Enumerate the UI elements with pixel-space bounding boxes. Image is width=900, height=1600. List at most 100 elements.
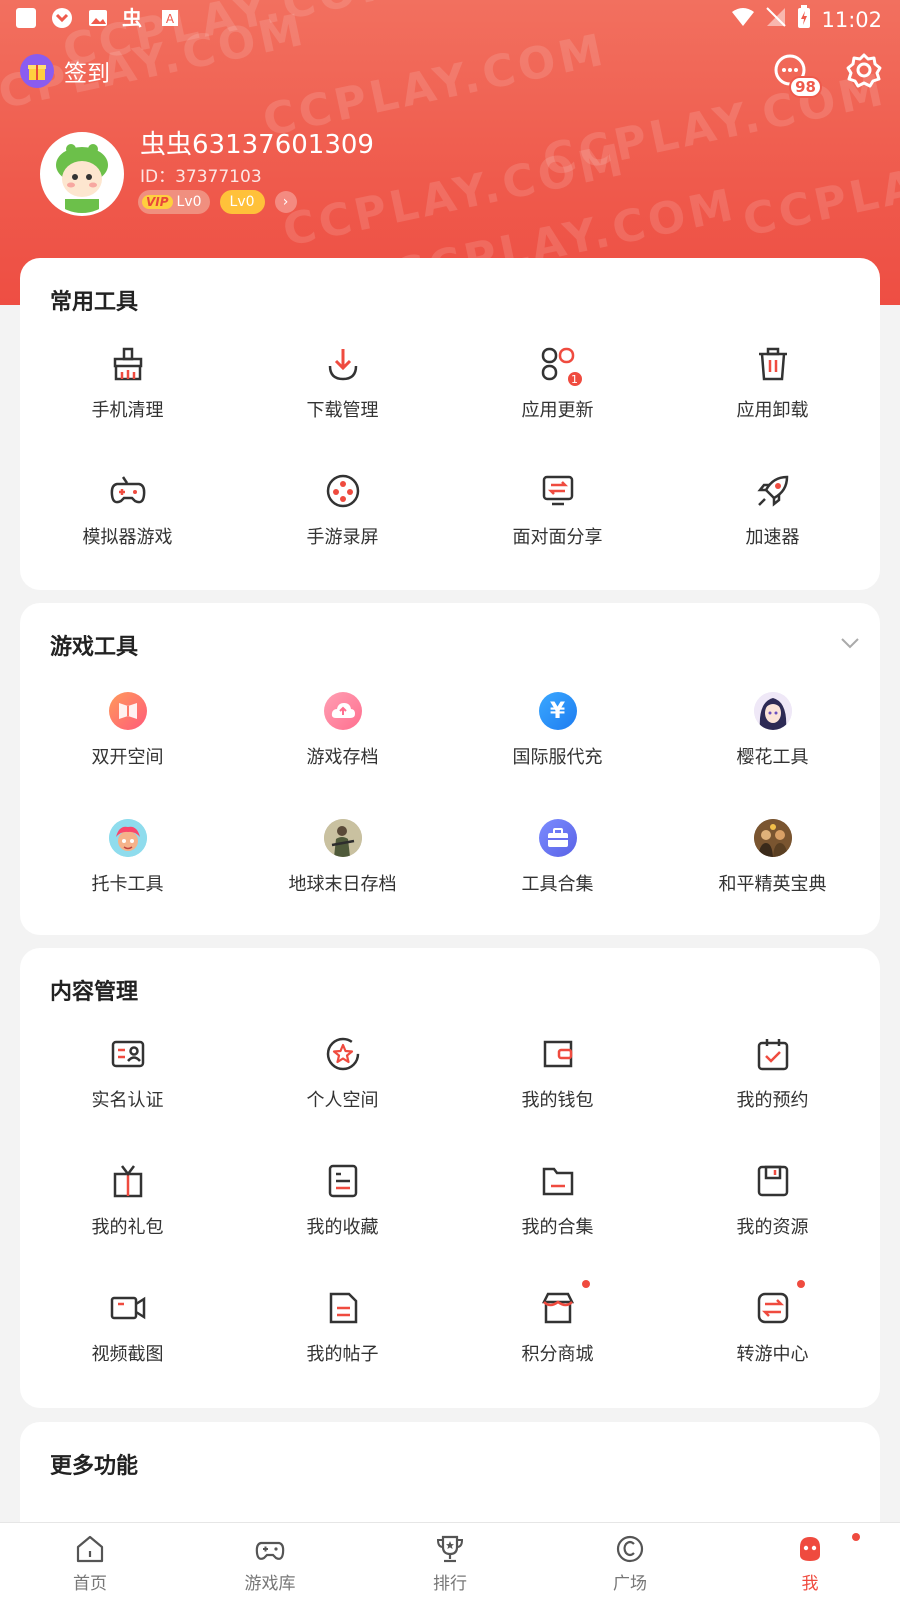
tab-label: 首页: [73, 1574, 107, 1594]
tool-label: 工具合集: [521, 874, 594, 895]
tool-accelerator[interactable]: 加速器: [665, 453, 880, 580]
tab-game-library[interactable]: 游戏库: [180, 1523, 360, 1600]
content-transfer-center[interactable]: 转游中心: [665, 1270, 880, 1397]
store-icon: [538, 1280, 590, 1328]
tool-game-archive[interactable]: 游戏存档: [235, 673, 450, 800]
content-label: 我的资源: [736, 1217, 809, 1238]
tool-label: 托卡工具: [91, 874, 164, 895]
tool-label: 地球末日存档: [288, 874, 397, 895]
settings-gear-icon[interactable]: [846, 52, 882, 92]
tool-face-to-face-share[interactable]: 面对面分享: [450, 453, 665, 580]
tool-app-update[interactable]: 1 应用更新: [450, 326, 665, 453]
content-wallet[interactable]: 我的钱包: [450, 1016, 665, 1143]
content-posts[interactable]: 我的帖子: [235, 1270, 450, 1397]
record-reel-icon: [323, 471, 363, 511]
new-dot: [852, 1533, 860, 1541]
tab-ranking[interactable]: 排行: [360, 1523, 540, 1600]
trophy-icon: [436, 1535, 464, 1563]
bookmark-list-icon: [323, 1161, 363, 1201]
status-bar: 虫 A 11:02: [0, 0, 900, 38]
content-points-mall[interactable]: 积分商城: [450, 1270, 665, 1397]
gamepad-tab-icon: [255, 1541, 285, 1560]
tool-label: 手游录屏: [306, 527, 379, 548]
chevron-right-icon[interactable]: ›: [274, 191, 297, 213]
tool-label: 樱花工具: [736, 747, 809, 768]
avatar[interactable]: [40, 132, 124, 216]
gift-box-icon: [108, 1161, 148, 1201]
tool-screen-record[interactable]: 手游录屏: [235, 453, 450, 580]
tool-label: 应用卸载: [736, 400, 809, 421]
content-favorites[interactable]: 我的收藏: [235, 1143, 450, 1270]
yen-icon: ¥: [538, 692, 577, 730]
tab-label: 广场: [613, 1574, 647, 1594]
bug-mascot-icon: [43, 135, 121, 213]
folder-icon: [538, 1161, 578, 1201]
wallet-icon: [538, 1034, 578, 1074]
tab-me[interactable]: 我: [720, 1523, 900, 1600]
new-dot: [581, 1280, 590, 1288]
tab-label: 游戏库: [244, 1574, 296, 1594]
common-tools-card: 常用工具 手机清理 下载管理 1 应用更新 应用卸载 模拟器游戏 手游录屏 面对…: [20, 258, 880, 590]
tab-label: 排行: [433, 1574, 467, 1594]
tool-pubg-guide[interactable]: 和平精英宝典: [665, 800, 880, 927]
sakura-avatar-icon: [753, 692, 792, 730]
tab-plaza[interactable]: 广场: [540, 1523, 720, 1600]
tool-label: 国际服代充: [512, 747, 603, 768]
broom-icon: [108, 344, 148, 384]
tool-dual-space[interactable]: 双开空间: [20, 673, 235, 800]
tool-sakura[interactable]: 樱花工具: [665, 673, 880, 800]
download-icon: [323, 344, 363, 384]
content-real-name[interactable]: 实名认证: [20, 1016, 235, 1143]
message-button[interactable]: 98: [772, 52, 822, 98]
content-management-card: 内容管理 实名认证 个人空间 我的钱包 我的预约 我的礼包 我的收藏 我的合集 …: [20, 948, 880, 1408]
content-label: 积分商城: [521, 1344, 594, 1365]
tool-emulator-games[interactable]: 模拟器游戏: [20, 453, 235, 580]
me-icon: [800, 1537, 820, 1561]
tool-toolbox[interactable]: 工具合集: [450, 800, 665, 927]
tab-label: 我: [801, 1574, 819, 1594]
tool-app-uninstall[interactable]: 应用卸载: [665, 326, 880, 453]
vip-badge[interactable]: VIP Lv0: [138, 190, 210, 214]
tab-home[interactable]: 首页: [0, 1523, 180, 1600]
trash-icon: [753, 344, 793, 384]
content-reservations[interactable]: 我的预约: [665, 1016, 880, 1143]
section-title: 常用工具: [50, 290, 139, 315]
tool-toca[interactable]: 托卡工具: [20, 800, 235, 927]
pubg-avatar-icon: [753, 819, 792, 857]
content-personal-space[interactable]: 个人空间: [235, 1016, 450, 1143]
toolbox-icon: [538, 819, 577, 857]
chevron-down-icon[interactable]: [840, 633, 860, 653]
game-tools-card: 游戏工具 双开空间 游戏存档 ¥ 国际服代充 樱花工具 托卡工具 地球末日存档 …: [20, 603, 880, 935]
app-update-icon: 1: [538, 344, 584, 388]
content-resources[interactable]: 我的资源: [665, 1143, 880, 1270]
chongchong-icon: 虫: [122, 6, 142, 30]
tool-doomsday-archive[interactable]: 地球末日存档: [235, 800, 450, 927]
home-icon: [76, 1535, 104, 1563]
watermark: CCPLAY.COM: [738, 124, 900, 247]
level-badge[interactable]: Lv0: [219, 190, 265, 214]
tool-download-manager[interactable]: 下载管理: [235, 326, 450, 453]
content-label: 我的帖子: [306, 1344, 379, 1365]
dual-space-icon: [108, 692, 147, 730]
rocket-icon: [753, 471, 793, 511]
tool-phone-clean[interactable]: 手机清理: [20, 326, 235, 453]
bottom-tab-bar: 首页 游戏库 排行 广场 我: [0, 1522, 900, 1600]
star-circle-icon: [323, 1034, 363, 1074]
gift-icon: [20, 54, 54, 88]
section-title: 内容管理: [50, 980, 139, 1005]
post-icon: [323, 1288, 363, 1328]
content-video-capture[interactable]: 视频截图: [20, 1270, 235, 1397]
a-icon: A: [158, 6, 182, 30]
tool-label: 手机清理: [91, 400, 164, 421]
toca-avatar-icon: [108, 819, 147, 857]
tool-label: 面对面分享: [512, 527, 603, 548]
share-screen-icon: [538, 471, 578, 511]
checkin-button[interactable]: 签到: [20, 54, 110, 88]
content-gift-packs[interactable]: 我的礼包: [20, 1143, 235, 1270]
new-dot: [796, 1280, 805, 1288]
battery-icon: [797, 5, 811, 34]
tool-label: 应用更新: [521, 400, 594, 421]
content-collections[interactable]: 我的合集: [450, 1143, 665, 1270]
tool-intl-topup[interactable]: ¥ 国际服代充: [450, 673, 665, 800]
message-count-badge: 98: [789, 76, 822, 98]
